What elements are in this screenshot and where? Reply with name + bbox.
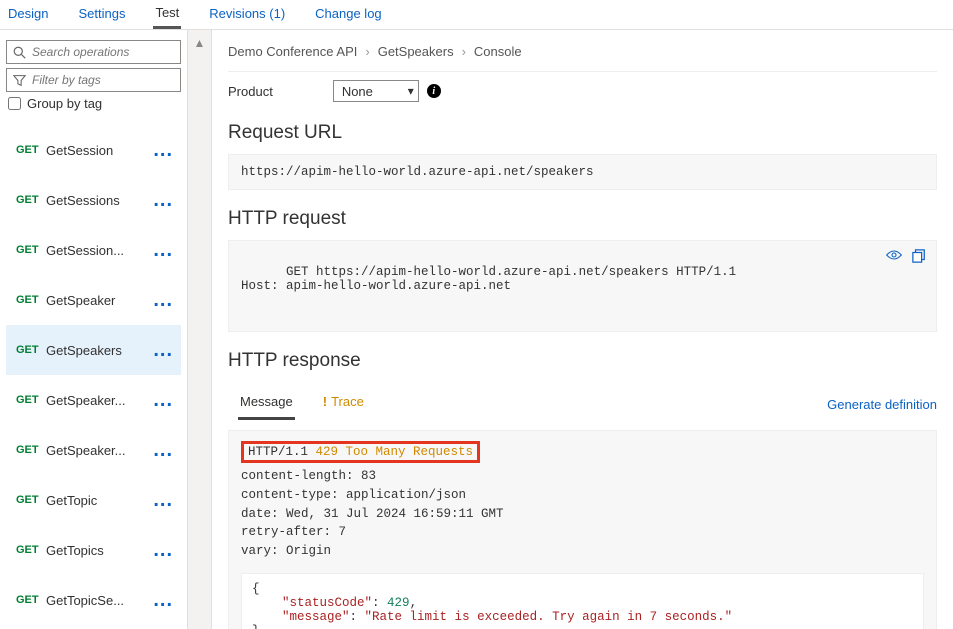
tab-revisions[interactable]: Revisions (1) bbox=[207, 2, 287, 27]
response-status-line: HTTP/1.1 429 Too Many Requests bbox=[241, 441, 480, 463]
more-icon[interactable]: ... bbox=[149, 239, 177, 262]
op-method: GET bbox=[16, 244, 46, 256]
op-item[interactable]: GETGetSession...... bbox=[6, 225, 181, 275]
json-key: "message" bbox=[282, 610, 350, 624]
search-icon bbox=[13, 46, 26, 59]
search-input[interactable] bbox=[32, 45, 174, 59]
breadcrumb: Demo Conference API › GetSpeakers › Cons… bbox=[228, 30, 937, 72]
response-json: { "statusCode": 429, "message": "Rate li… bbox=[241, 573, 924, 629]
op-name: GetSession... bbox=[46, 243, 149, 258]
resp-tab-trace[interactable]: Trace bbox=[321, 388, 366, 420]
op-item[interactable]: GETGetSessions... bbox=[6, 175, 181, 225]
op-method: GET bbox=[16, 394, 46, 406]
product-row: Product None ▾ i bbox=[228, 72, 937, 116]
op-name: GetSpeaker bbox=[46, 293, 149, 308]
filter-input[interactable] bbox=[32, 73, 174, 87]
op-item[interactable]: GETGetSpeaker...... bbox=[6, 375, 181, 425]
chevron-down-icon: ▾ bbox=[408, 84, 414, 98]
more-icon[interactable]: ... bbox=[149, 539, 177, 562]
sidebar: Group by tag GETGetSession... GETGetSess… bbox=[0, 30, 188, 629]
group-by-tag[interactable]: Group by tag bbox=[8, 96, 181, 111]
breadcrumb-op[interactable]: GetSpeakers bbox=[378, 44, 454, 59]
request-url-box: https://apim-hello-world.azure-api.net/s… bbox=[228, 154, 937, 190]
search-box[interactable] bbox=[6, 40, 181, 64]
op-item[interactable]: GETGetTopicSe...... bbox=[6, 575, 181, 625]
product-label: Product bbox=[228, 84, 273, 99]
operation-list: GETGetSession... GETGetSessions... GETGe… bbox=[6, 125, 181, 625]
filter-icon bbox=[13, 74, 26, 87]
tab-design[interactable]: Design bbox=[6, 2, 50, 27]
product-select[interactable]: None ▾ bbox=[333, 80, 419, 102]
op-item[interactable]: GETGetSpeaker...... bbox=[6, 425, 181, 475]
filter-box[interactable] bbox=[6, 68, 181, 92]
group-label: Group by tag bbox=[27, 96, 102, 111]
more-icon[interactable]: ... bbox=[149, 489, 177, 512]
breadcrumb-api[interactable]: Demo Conference API bbox=[228, 44, 357, 59]
chevron-right-icon: › bbox=[365, 44, 369, 59]
chevron-right-icon: › bbox=[462, 44, 466, 59]
copy-icon[interactable] bbox=[912, 249, 926, 267]
response-status: 429 Too Many Requests bbox=[316, 445, 474, 459]
tab-settings[interactable]: Settings bbox=[76, 2, 127, 27]
resp-tab-message[interactable]: Message bbox=[238, 388, 295, 420]
response-protocol: HTTP/1.1 bbox=[248, 445, 308, 459]
op-name: GetSessions bbox=[46, 193, 149, 208]
group-checkbox[interactable] bbox=[8, 97, 21, 110]
more-icon[interactable]: ... bbox=[149, 389, 177, 412]
op-name: GetSpeakers bbox=[46, 343, 149, 358]
section-request-url: Request URL bbox=[228, 122, 937, 144]
op-method: GET bbox=[16, 144, 46, 156]
section-http-response: HTTP response bbox=[228, 350, 937, 372]
scroll-up-icon[interactable]: ▲ bbox=[194, 36, 206, 629]
more-icon[interactable]: ... bbox=[149, 289, 177, 312]
info-icon[interactable]: i bbox=[427, 84, 441, 98]
http-request-text: GET https://apim-hello-world.azure-api.n… bbox=[241, 265, 736, 293]
op-name: GetSession bbox=[46, 143, 149, 158]
tab-test[interactable]: Test bbox=[153, 1, 181, 29]
op-item[interactable]: GETGetSpeakers... bbox=[6, 325, 181, 375]
section-http-request: HTTP request bbox=[228, 208, 937, 230]
op-name: GetSpeaker... bbox=[46, 393, 149, 408]
op-name: GetTopicSe... bbox=[46, 593, 149, 608]
json-key: "statusCode" bbox=[282, 596, 372, 610]
http-response-box: HTTP/1.1 429 Too Many Requests content-l… bbox=[228, 430, 937, 629]
op-method: GET bbox=[16, 544, 46, 556]
more-icon[interactable]: ... bbox=[149, 439, 177, 462]
op-method: GET bbox=[16, 194, 46, 206]
op-method: GET bbox=[16, 494, 46, 506]
content: Demo Conference API › GetSpeakers › Cons… bbox=[212, 30, 953, 629]
tab-changelog[interactable]: Change log bbox=[313, 2, 384, 27]
op-item[interactable]: GETGetTopic... bbox=[6, 475, 181, 525]
more-icon[interactable]: ... bbox=[149, 589, 177, 612]
op-item[interactable]: GETGetTopics... bbox=[6, 525, 181, 575]
op-item[interactable]: GETGetSpeaker... bbox=[6, 275, 181, 325]
op-name: GetSpeaker... bbox=[46, 443, 149, 458]
op-name: GetTopics bbox=[46, 543, 149, 558]
response-tabs-row: Message Trace Generate definition bbox=[228, 388, 937, 420]
top-tabs: Design Settings Test Revisions (1) Chang… bbox=[0, 0, 953, 30]
response-headers: content-length: 83 content-type: applica… bbox=[241, 467, 924, 561]
reveal-icon[interactable] bbox=[886, 249, 902, 267]
op-method: GET bbox=[16, 344, 46, 356]
op-method: GET bbox=[16, 594, 46, 606]
breadcrumb-page: Console bbox=[474, 44, 522, 59]
product-value: None bbox=[342, 84, 373, 99]
more-icon[interactable]: ... bbox=[149, 189, 177, 212]
op-name: GetTopic bbox=[46, 493, 149, 508]
http-request-box: GET https://apim-hello-world.azure-api.n… bbox=[228, 240, 937, 332]
op-method: GET bbox=[16, 444, 46, 456]
request-url-text: https://apim-hello-world.azure-api.net/s… bbox=[241, 165, 594, 179]
more-icon[interactable]: ... bbox=[149, 339, 177, 362]
op-item[interactable]: GETGetSession... bbox=[6, 125, 181, 175]
scroll-gutter[interactable]: ▲ bbox=[188, 30, 212, 629]
generate-definition-link[interactable]: Generate definition bbox=[827, 397, 937, 412]
json-value: "Rate limit is exceeded. Try again in 7 … bbox=[365, 610, 733, 624]
json-value: 429 bbox=[387, 596, 410, 610]
op-method: GET bbox=[16, 294, 46, 306]
more-icon[interactable]: ... bbox=[149, 139, 177, 162]
